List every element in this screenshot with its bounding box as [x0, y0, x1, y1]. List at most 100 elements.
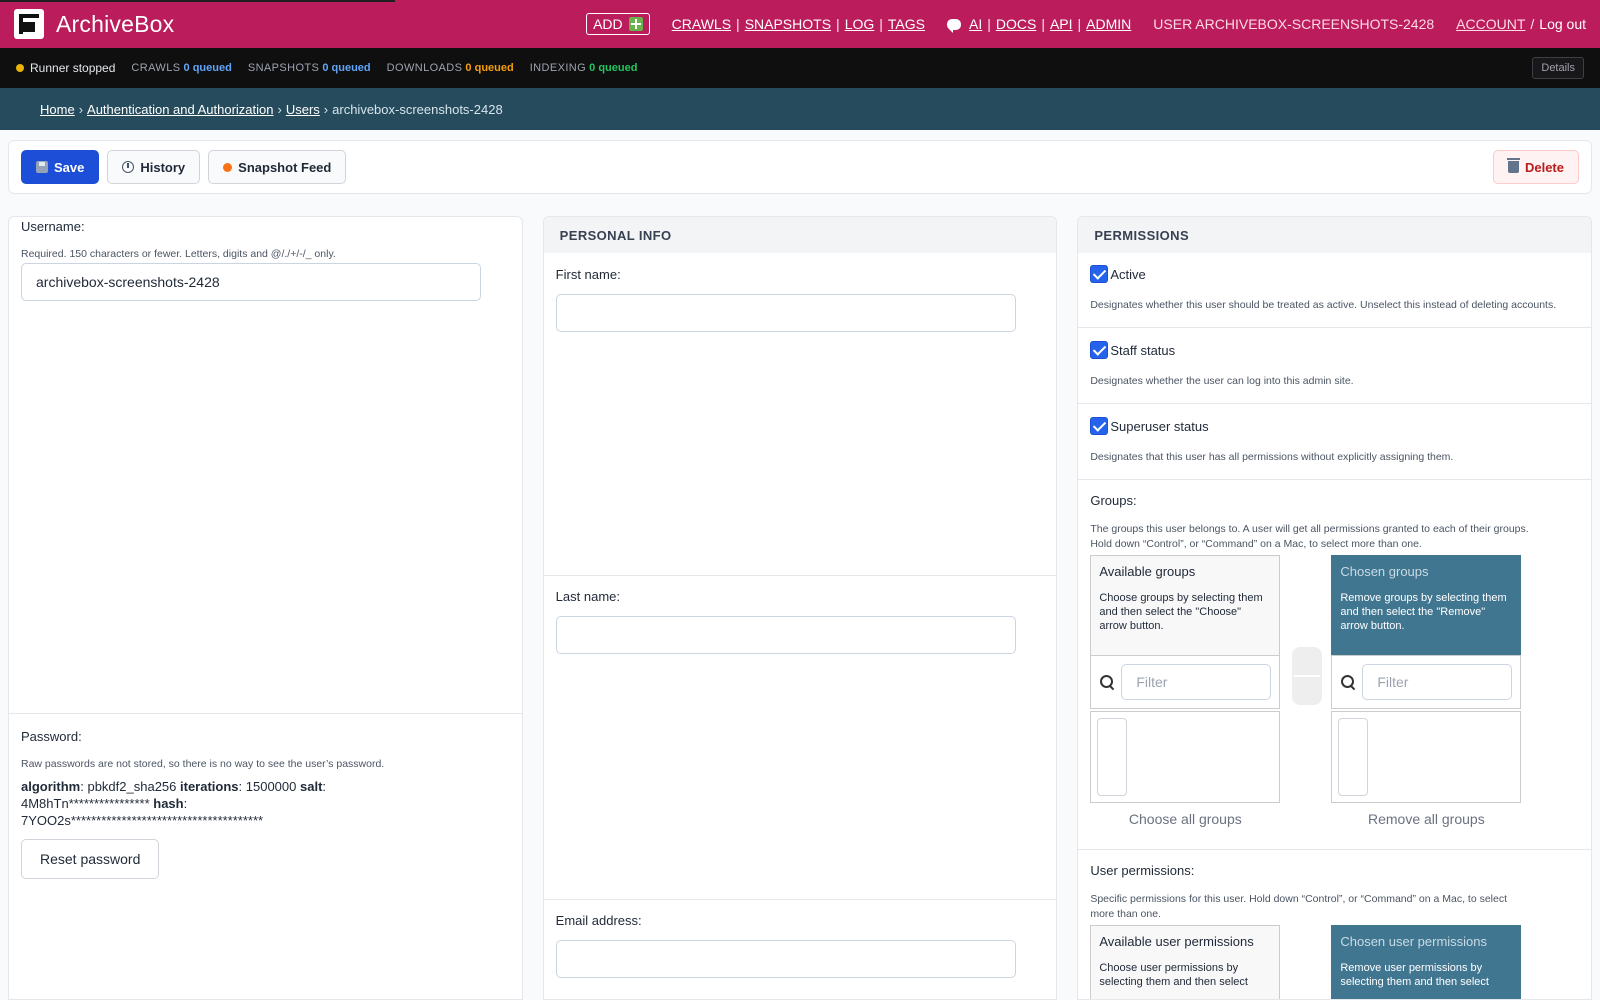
user-permissions-selector: Available user permissions Choose user p…: [1090, 925, 1524, 999]
details-button[interactable]: Details: [1532, 57, 1584, 79]
staff-status-help: Designates whether the user can log into…: [1090, 375, 1354, 387]
chosen-groups-header: Chosen groups Remove groups by selecting…: [1331, 555, 1522, 655]
available-groups-desc: Choose groups by selecting them and then…: [1099, 592, 1263, 632]
history-button[interactable]: History: [107, 150, 201, 184]
first-name-input[interactable]: [555, 294, 1016, 332]
crawls-queue: CRAWLS 0 queued: [131, 62, 231, 74]
brand[interactable]: ArchiveBox: [14, 9, 174, 39]
add-button[interactable]: ADD: [586, 13, 650, 35]
username-label: Username:: [21, 219, 85, 234]
snapshot-feed-label: Snapshot Feed: [238, 159, 332, 175]
nav-logout[interactable]: Log out: [1539, 16, 1586, 32]
nav-separator: |: [987, 16, 991, 32]
chosen-groups-filter-row: Filter: [1331, 655, 1522, 709]
account-fieldset: Username: Required. 150 characters or fe…: [8, 216, 523, 1000]
algorithm-value: pbkdf2_sha256: [87, 779, 177, 794]
nav-admin[interactable]: ADMIN: [1086, 16, 1131, 32]
nav-separator: |: [879, 16, 883, 32]
runner-status: Runner stopped: [16, 61, 115, 75]
user-permissions-row: User permissions: Specific permissions f…: [1090, 863, 1579, 922]
password-hash-summary: algorithm: pbkdf2_sha256 iterations: 150…: [21, 779, 327, 828]
password-field-row: Password: Raw passwords are not stored, …: [21, 729, 510, 879]
chosen-groups-title: Chosen groups: [1340, 564, 1429, 579]
salt-key: salt: [300, 779, 323, 794]
chosen-groups-box: Chosen groups Remove groups by selecting…: [1331, 555, 1522, 827]
available-groups-filter-input[interactable]: Filter: [1121, 664, 1272, 700]
remove-all-groups-link[interactable]: Remove all groups: [1331, 811, 1521, 827]
email-row: Email address:: [555, 913, 1017, 978]
choose-all-groups-link[interactable]: Choose all groups: [1090, 811, 1280, 827]
nav-account[interactable]: ACCOUNT: [1456, 16, 1525, 32]
downloads-queue: DOWNLOADS 0 queued: [387, 62, 514, 74]
chat-bubble-icon: [946, 18, 961, 33]
last-name-input[interactable]: [555, 616, 1016, 654]
active-label: Active: [1110, 266, 1146, 282]
row-divider: [1078, 327, 1592, 328]
available-groups-list[interactable]: [1090, 711, 1281, 803]
breadcrumb-current: archivebox-screenshots-2428: [332, 101, 503, 117]
chosen-permissions-header: Chosen user permissions Remove user perm…: [1331, 925, 1522, 999]
username-input[interactable]: [21, 263, 481, 301]
active-checkbox[interactable]: [1090, 265, 1109, 283]
personal-info-heading: PERSONAL INFO: [543, 217, 1057, 253]
chosen-groups-filter-input[interactable]: Filter: [1362, 664, 1513, 700]
available-permissions-box: Available user permissions Choose user p…: [1090, 925, 1281, 999]
breadcrumb-auth[interactable]: Authentication and Authorization: [87, 102, 273, 117]
clock-icon: [122, 161, 135, 173]
row-divider: [1078, 849, 1592, 850]
row-divider: [1078, 479, 1592, 480]
nav-tags[interactable]: TAGS: [888, 16, 925, 32]
email-input[interactable]: [555, 940, 1016, 978]
username-field-row: Username: Required. 150 characters or fe…: [21, 219, 510, 301]
user-form: Username: Required. 150 characters or fe…: [8, 216, 1593, 1000]
chosen-permissions-box: Chosen user permissions Remove user perm…: [1331, 925, 1522, 999]
delete-button[interactable]: Delete: [1492, 150, 1579, 184]
superuser-status-checkbox[interactable]: [1090, 417, 1109, 435]
action-bar: Save History Snapshot Feed Delete: [8, 140, 1592, 194]
current-user-label: USER ARCHIVEBOX-SCREENSHOTS-2428: [1153, 16, 1435, 32]
personal-info-fieldset: PERSONAL INFO First name: Last name: Ema…: [542, 216, 1058, 1000]
breadcrumb-home[interactable]: Home: [40, 102, 75, 117]
brand-name: ArchiveBox: [56, 10, 175, 37]
chosen-permissions-title: Chosen user permissions: [1340, 934, 1488, 949]
reset-password-button[interactable]: Reset password: [21, 839, 160, 879]
groups-selector: Available groups Choose groups by select…: [1090, 555, 1524, 827]
nav-api[interactable]: API: [1050, 16, 1073, 32]
breadcrumb-separator: ›: [323, 101, 329, 117]
username-help: Required. 150 characters or fewer. Lette…: [21, 248, 336, 260]
available-permissions-header: Available user permissions Choose user p…: [1090, 925, 1281, 999]
add-label: ADD: [593, 16, 623, 32]
indexing-queue-value: 0 queued: [589, 62, 638, 74]
nav-crawls[interactable]: CRAWLS: [672, 16, 731, 32]
groups-move-buttons[interactable]: [1292, 647, 1323, 705]
first-name-label: First name:: [555, 267, 621, 282]
staff-status-checkbox[interactable]: [1090, 341, 1109, 359]
chosen-groups-list[interactable]: [1331, 711, 1522, 803]
first-name-row: First name:: [555, 267, 1017, 332]
indexing-queue: INDEXING 0 queued: [530, 62, 638, 74]
staff-row: Staff status Designates whether the user…: [1090, 341, 1579, 387]
worker-status-bar: Runner stopped CRAWLS 0 queued SNAPSHOTS…: [0, 48, 1600, 88]
breadcrumb-users[interactable]: Users: [286, 102, 320, 117]
nav-separator: |: [736, 16, 740, 32]
nav-docs[interactable]: DOCS: [996, 16, 1036, 32]
permissions-fieldset: PERMISSIONS Active Designates whether th…: [1077, 216, 1593, 1000]
snapshot-feed-button[interactable]: Snapshot Feed: [208, 150, 347, 184]
crawls-queue-value: 0 queued: [183, 62, 232, 74]
last-name-label: Last name:: [555, 589, 620, 604]
available-permissions-desc: Choose user permissions by selecting the…: [1099, 962, 1248, 988]
nav-ai[interactable]: AI: [969, 16, 982, 32]
nav-separator: |: [1041, 16, 1045, 32]
row-divider: [543, 575, 1057, 576]
runner-status-text: Runner stopped: [30, 61, 116, 75]
save-button[interactable]: Save: [21, 150, 100, 184]
nav-separator: /: [1530, 16, 1535, 32]
nav-log[interactable]: LOG: [845, 16, 875, 32]
loading-progress-bar: [0, 0, 395, 2]
row-divider: [9, 713, 522, 714]
search-icon: [1340, 674, 1356, 690]
downloads-queue-label: DOWNLOADS: [386, 62, 463, 74]
nav-snapshots[interactable]: SNAPSHOTS: [745, 16, 831, 32]
superuser-status-help: Designates that this user has all permis…: [1090, 451, 1454, 463]
password-label: Password:: [21, 729, 82, 744]
